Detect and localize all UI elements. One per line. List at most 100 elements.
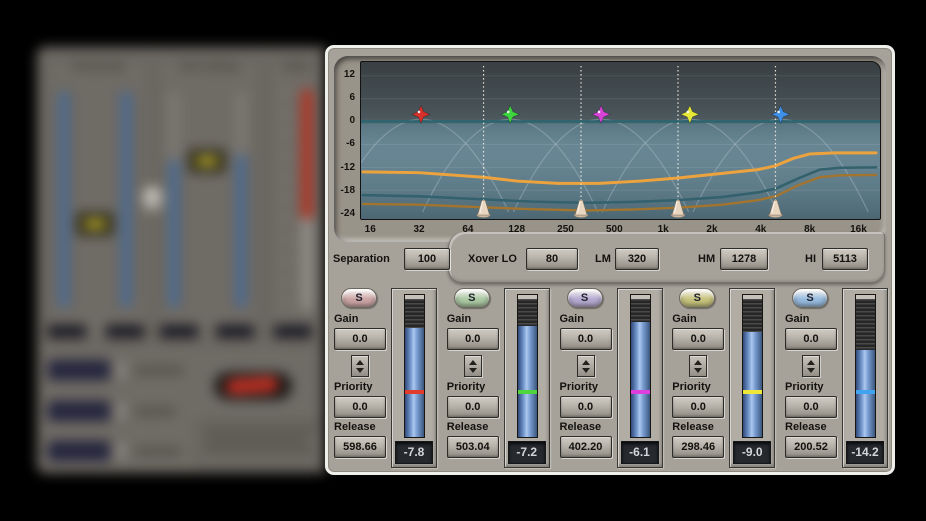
y-axis-label: -18 [341,185,355,196]
type-caption [135,407,175,416]
xover-value-box[interactable]: 1278 [720,248,768,270]
release-label: Release [672,421,714,433]
priority-stepper[interactable] [351,355,369,377]
stepper-down-icon[interactable] [694,368,702,373]
shape-stepper [114,441,127,461]
xover-field-label: HM [698,253,715,265]
stepper-up-icon[interactable] [807,360,815,365]
priority-value-box[interactable]: 0.0 [672,396,724,418]
meter-readout: -9.0 [733,441,771,464]
stepper-up-icon[interactable] [694,360,702,365]
stepper-up-icon[interactable] [356,360,364,365]
band-strip: S Gain 0.0 Priority 0.0 Release 598.66 -… [334,288,437,468]
band-meter-fader[interactable] [630,294,651,438]
priority-stepper[interactable] [464,355,482,377]
y-axis: 1260-6-12-18-24 [334,61,359,220]
solo-button[interactable]: S [454,288,490,308]
bottom-readout [274,325,312,338]
xover-field-label: HI [805,253,816,265]
band-strip: S Gain 0.0 Priority 0.0 Release 402.20 -… [560,288,663,468]
release-label: Release [785,421,827,433]
gain-value-box[interactable]: 0.0 [785,328,837,350]
crossover-handle[interactable] [477,200,491,217]
release-value-box[interactable]: 200.52 [785,436,837,458]
type-button [48,401,110,421]
band-filter-curve [513,119,688,212]
shape-button [48,441,110,461]
stepper-up-icon[interactable] [469,360,477,365]
plugin-window: 1260-6-12-18-24 [325,45,895,475]
frequency-graph-panel: 1260-6-12-18-24 [334,56,886,242]
xover-value-box[interactable]: 80 [526,248,578,270]
band-meter-fader[interactable] [404,294,425,438]
threshold-slider-left [59,92,69,307]
meter-scale-segment [631,299,650,322]
band-meter: -7.8 [391,288,437,468]
xover-value-box[interactable]: 5113 [822,248,868,270]
meter-bar [405,328,424,437]
priority-stepper[interactable] [577,355,595,377]
meter-bar [518,326,537,437]
atten-meter-bar [301,90,313,218]
solo-button[interactable]: S [792,288,828,308]
gain-value-box[interactable]: 0.0 [672,328,724,350]
stepper-down-icon[interactable] [356,368,364,373]
priority-value-box[interactable]: 0.0 [560,396,612,418]
release-value-box[interactable]: 402.20 [560,436,612,458]
meter-band-tick [743,390,762,394]
meter-band-tick [631,390,650,394]
priority-stepper[interactable] [689,355,707,377]
y-axis-label: 0 [349,115,355,126]
mode-caption [135,366,183,375]
bottom-readout [106,325,144,338]
priority-label: Priority [334,381,373,393]
release-label: Release [334,421,376,433]
stepper-up-icon[interactable] [582,360,590,365]
gain-value-box[interactable]: 0.0 [447,328,499,350]
threshold-slider-right [121,92,131,307]
out-ceiling-label: Out Ceiling [156,61,262,73]
band-meter-fader[interactable] [855,294,876,438]
gain-value-box[interactable]: 0.0 [334,328,386,350]
stepper-down-icon[interactable] [807,368,815,373]
release-value-box[interactable]: 598.66 [334,436,386,458]
meter-readout: -7.8 [395,441,433,464]
release-value-box[interactable]: 503.04 [447,436,499,458]
priority-value-box[interactable]: 0.0 [785,396,837,418]
priority-stepper[interactable] [802,355,820,377]
threshold-value-text [84,219,106,229]
gain-label: Gain [560,313,584,325]
stepper-down-icon[interactable] [469,368,477,373]
xover-value-box[interactable]: 320 [615,248,659,270]
gain-label: Gain [785,313,809,325]
graph-plot-svg [361,62,880,219]
out-ceiling-slider-right [236,155,246,307]
solo-button[interactable]: S [567,288,603,308]
separation-label: Separation [333,253,390,265]
band-meter: -6.1 [617,288,663,468]
link-knob [143,186,163,212]
priority-label: Priority [672,381,711,393]
band-strip: S Gain 0.0 Priority 0.0 Release 503.04 -… [447,288,550,468]
atten-scale [281,92,293,307]
priority-value-box[interactable]: 0.0 [447,396,499,418]
solo-button[interactable]: S [679,288,715,308]
atten-label: Atten [268,61,326,73]
separation-value-box[interactable]: 100 [404,248,450,270]
bottom-readout [160,325,198,338]
solo-button[interactable]: S [341,288,377,308]
meter-bar [743,332,762,437]
meter-band-tick [856,390,875,394]
out-ceiling-slider-left [169,160,179,307]
release-label: Release [447,421,489,433]
band-meter-fader[interactable] [517,294,538,438]
crossover-handle[interactable] [768,200,782,217]
meter-readout: -14.2 [846,441,884,464]
priority-label: Priority [447,381,486,393]
stepper-down-icon[interactable] [582,368,590,373]
out-ceiling-value-text [196,156,218,166]
band-meter-fader[interactable] [742,294,763,438]
priority-value-box[interactable]: 0.0 [334,396,386,418]
gain-value-box[interactable]: 0.0 [560,328,612,350]
release-value-box[interactable]: 298.46 [672,436,724,458]
